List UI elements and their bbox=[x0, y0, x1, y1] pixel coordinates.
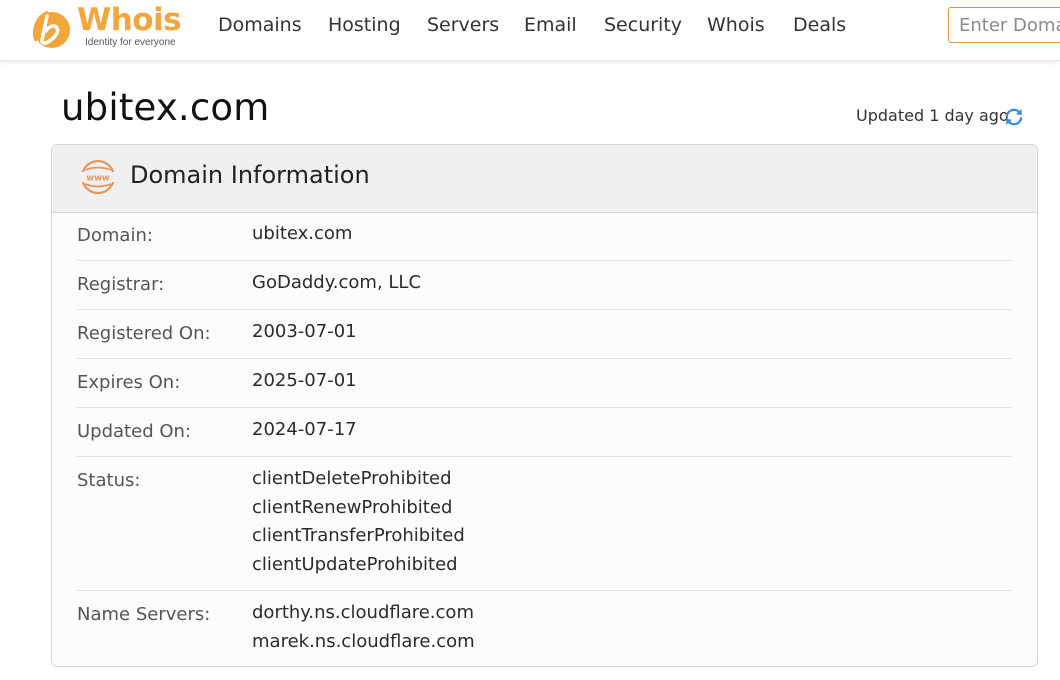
top-navbar: Whois Identity for everyone Domains Host… bbox=[0, 0, 1060, 61]
whois-logo[interactable]: Whois Identity for everyone bbox=[30, 2, 185, 50]
logo-wordmark: Whois bbox=[77, 2, 182, 38]
nav-email[interactable]: Email bbox=[524, 14, 577, 36]
nav-hosting[interactable]: Hosting bbox=[328, 14, 401, 36]
logo-mark-icon bbox=[33, 10, 70, 48]
row-value: 2003-07-01 bbox=[252, 321, 357, 342]
info-row-status: Status: clientDeleteProhibited clientRen… bbox=[77, 457, 1012, 591]
updated-text: Updated 1 day ago bbox=[856, 106, 1009, 125]
svg-text:www: www bbox=[86, 174, 110, 184]
row-label: Name Servers: bbox=[77, 604, 211, 625]
status-value: clientTransferProhibited bbox=[252, 525, 465, 546]
domain-info-rows: Domain: ubitex.com Registrar: GoDaddy.co… bbox=[77, 212, 1012, 666]
status-value: clientRenewProhibited bbox=[252, 496, 453, 518]
status-value: clientDeleteProhibited bbox=[252, 468, 452, 489]
www-icon: www bbox=[80, 159, 116, 195]
row-label: Updated On: bbox=[77, 421, 191, 442]
name-server-value: dorthy.ns.cloudflare.com bbox=[252, 602, 474, 623]
nav-security[interactable]: Security bbox=[604, 14, 682, 36]
status-value: clientUpdateProhibited bbox=[252, 553, 458, 575]
row-label: Registrar: bbox=[77, 274, 165, 295]
domain-info-card: www Domain Information Domain: ubitex.co… bbox=[51, 144, 1038, 667]
name-server-value: marek.ns.cloudflare.com bbox=[252, 630, 475, 652]
row-label: Status: bbox=[77, 470, 141, 491]
info-row-registered-on: Registered On: 2003-07-01 bbox=[77, 310, 1012, 359]
info-row-name-servers: Name Servers: dorthy.ns.cloudflare.com m… bbox=[77, 591, 1012, 666]
row-value: ubitex.com bbox=[252, 223, 353, 244]
row-label: Expires On: bbox=[77, 372, 181, 393]
logo-tagline: Identity for everyone bbox=[85, 37, 176, 48]
info-row-domain: Domain: ubitex.com bbox=[77, 212, 1012, 261]
row-label: Domain: bbox=[77, 225, 153, 246]
page-title: ubitex.com bbox=[61, 86, 270, 129]
info-row-registrar: Registrar: GoDaddy.com, LLC bbox=[77, 261, 1012, 310]
nav-domains[interactable]: Domains bbox=[218, 14, 302, 36]
domain-search-input[interactable] bbox=[948, 7, 1060, 43]
nav-servers[interactable]: Servers bbox=[427, 14, 499, 36]
card-title: Domain Information bbox=[130, 161, 370, 189]
row-value: 2025-07-01 bbox=[252, 370, 357, 391]
info-row-expires-on: Expires On: 2025-07-01 bbox=[77, 359, 1012, 408]
info-row-updated-on: Updated On: 2024-07-17 bbox=[77, 408, 1012, 457]
row-label: Registered On: bbox=[77, 323, 211, 344]
refresh-icon[interactable] bbox=[1003, 106, 1025, 128]
row-value: GoDaddy.com, LLC bbox=[252, 272, 422, 293]
nav-deals[interactable]: Deals bbox=[793, 14, 846, 36]
card-header: www Domain Information bbox=[52, 145, 1037, 213]
nav-whois[interactable]: Whois bbox=[707, 14, 765, 36]
row-value: 2024-07-17 bbox=[252, 419, 357, 440]
